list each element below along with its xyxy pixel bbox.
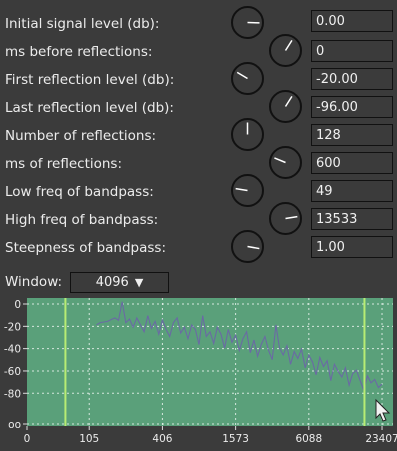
- ms-reflections-field[interactable]: 600: [311, 152, 393, 174]
- param-row-initial-level: Initial signal level (db): 0.00: [0, 6, 397, 39]
- steepness-knob[interactable]: [231, 230, 264, 263]
- plot-area: [27, 298, 393, 426]
- knob-pointer: [274, 157, 286, 164]
- y-tick-label: oo: [8, 419, 21, 431]
- initial-level-knob[interactable]: [231, 6, 264, 39]
- x-axis-ticks: 0 105 406 1573 6088 23407: [24, 426, 397, 445]
- window-label: Window:: [5, 274, 63, 290]
- window-size-value: 4096: [95, 275, 129, 290]
- ms-before-knob[interactable]: [269, 34, 302, 67]
- param-label: ms of reflections:: [5, 156, 123, 172]
- param-label: First reflection level (db):: [5, 72, 175, 88]
- y-axis-ticks: 0 -20 -40 -60 -80 oo: [4, 299, 27, 431]
- ms-before-field[interactable]: 0: [311, 40, 393, 62]
- param-row-number-reflections: Number of reflections: 128: [0, 118, 397, 151]
- knob-pointer: [235, 187, 248, 192]
- param-row-low-freq: Low freq of bandpass: 49: [0, 174, 397, 207]
- initial-level-field[interactable]: 0.00: [311, 10, 393, 32]
- knob-pointer: [284, 95, 293, 107]
- dropdown-arrow-icon: ▼: [134, 276, 144, 289]
- x-tick-label: 105: [79, 433, 99, 445]
- param-label: High freq of bandpass:: [5, 212, 159, 228]
- x-tick-label: 1573: [222, 433, 249, 445]
- param-label: Steepness of bandpass:: [5, 240, 166, 256]
- window-size-dropdown[interactable]: 4096 ▼: [70, 272, 169, 293]
- y-tick-label: -40: [4, 344, 21, 356]
- steepness-field[interactable]: 1.00: [311, 236, 393, 258]
- x-tick-label: 6088: [295, 433, 322, 445]
- param-label: Low freq of bandpass:: [5, 184, 154, 200]
- param-label: Initial signal level (db):: [5, 16, 160, 32]
- first-reflection-knob[interactable]: [231, 62, 264, 95]
- high-freq-field[interactable]: 13533: [311, 208, 393, 230]
- y-tick-label: 0: [14, 299, 21, 311]
- param-row-first-reflection: First reflection level (db): -20.00: [0, 62, 397, 95]
- x-tick-label: 406: [152, 433, 172, 445]
- param-row-steepness: Steepness of bandpass: 1.00: [0, 230, 397, 263]
- first-reflection-field[interactable]: -20.00: [311, 68, 393, 90]
- knob-pointer: [247, 245, 260, 250]
- knob-pointer: [284, 39, 293, 51]
- param-row-last-reflection: Last reflection level (db): -96.00: [0, 90, 397, 123]
- param-label: Last reflection level (db):: [5, 100, 174, 116]
- knob-pointer: [285, 215, 298, 220]
- number-reflections-field[interactable]: 128: [311, 124, 393, 146]
- high-freq-knob[interactable]: [269, 202, 302, 235]
- param-row-ms-before: ms before reflections: 0: [0, 34, 397, 67]
- x-tick-label: 23407: [365, 433, 397, 445]
- last-reflection-field[interactable]: -96.00: [311, 96, 393, 118]
- x-tick-label: 0: [24, 433, 31, 445]
- frequency-response-graph[interactable]: 0 -20 -40 -60 -80 oo 0 105 406 1573 6088 23407: [0, 296, 397, 451]
- low-freq-knob[interactable]: [231, 174, 264, 207]
- y-tick-label: -60: [4, 366, 21, 378]
- param-label: ms before reflections:: [5, 44, 153, 60]
- knob-pointer: [236, 71, 248, 80]
- param-label: Number of reflections:: [5, 128, 157, 144]
- last-reflection-knob[interactable]: [269, 90, 302, 123]
- number-reflections-knob[interactable]: [231, 118, 264, 151]
- ms-reflections-knob[interactable]: [269, 146, 302, 179]
- low-freq-field[interactable]: 49: [311, 180, 393, 202]
- y-tick-label: -80: [4, 388, 21, 400]
- param-row-ms-reflections: ms of reflections: 600: [0, 146, 397, 179]
- param-row-high-freq: High freq of bandpass: 13533: [0, 202, 397, 235]
- y-tick-label: -20: [4, 321, 21, 333]
